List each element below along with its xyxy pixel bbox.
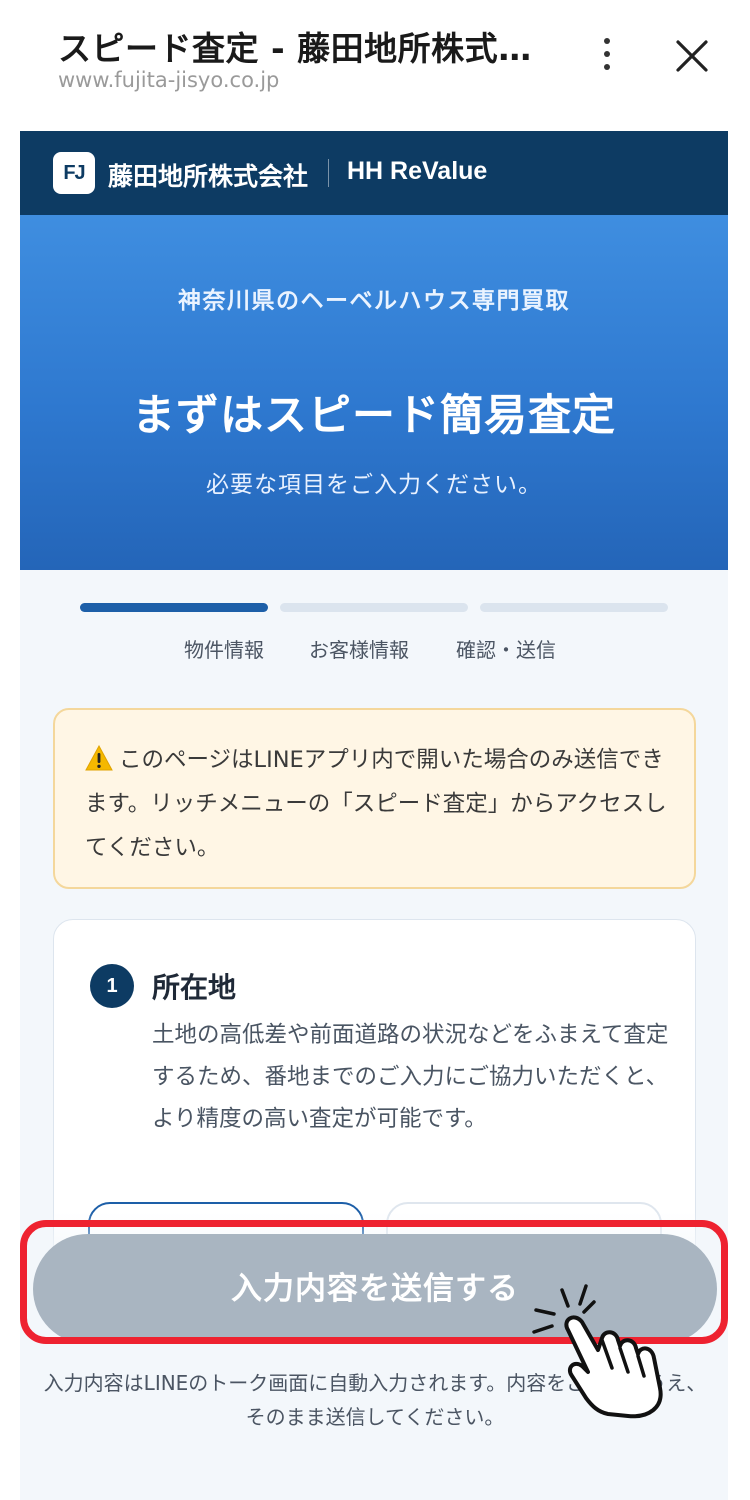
section-description: 土地の高低差や前面道路の状況などをふまえて査定するため、番地までのご入力にご協力…: [152, 1022, 669, 1132]
step-progress: [80, 603, 670, 613]
step-label-customer: お客様情報: [309, 638, 409, 662]
brand-divider: [328, 159, 329, 187]
product-name: HH ReValue: [347, 157, 488, 185]
page-url: www.fujita-jisyo.co.jp: [58, 68, 280, 92]
line-only-notice: このページはLINEアプリ内で開いた場合のみ送信できます。リッチメニューの「スピ…: [53, 708, 696, 889]
step-label-confirm: 確認・送信: [456, 638, 556, 662]
company-logo: FJ: [53, 152, 95, 194]
page-title: スピード査定 - 藤田地所株式会...: [58, 29, 558, 68]
hero-title: まずはスピード簡易査定: [132, 391, 616, 441]
brand-header: FJ 藤田地所株式会社 HH ReValue: [20, 131, 728, 215]
browser-top-bar: スピード査定 - 藤田地所株式会... www.fujita-jisyo.co.…: [0, 0, 750, 130]
company-name: 藤田地所株式会社: [108, 162, 309, 191]
pointing-hand-icon: [528, 1280, 678, 1420]
notice-text: このページはLINEアプリ内で開いた場合のみ送信できます。リッチメニューの「スピ…: [85, 747, 667, 861]
section-title: 所在地: [152, 971, 237, 1004]
hero-kicker: 神奈川県のヘーベルハウス専門買取: [178, 288, 570, 314]
hero-subtitle: 必要な項目をご入力ください。: [206, 472, 542, 498]
step-label-property: 物件情報: [184, 638, 264, 662]
section-number-badge: 1: [90, 964, 134, 1008]
step-bar-2: [280, 603, 468, 612]
hero-banner: 神奈川県のヘーベルハウス専門買取 まずはスピード簡易査定 必要な項目をご入力くだ…: [20, 215, 728, 570]
warning-icon: [85, 742, 113, 771]
step-bar-1: [80, 603, 268, 612]
more-vert-icon[interactable]: [592, 34, 622, 74]
step-bar-3: [480, 603, 668, 612]
close-icon[interactable]: [670, 34, 714, 78]
